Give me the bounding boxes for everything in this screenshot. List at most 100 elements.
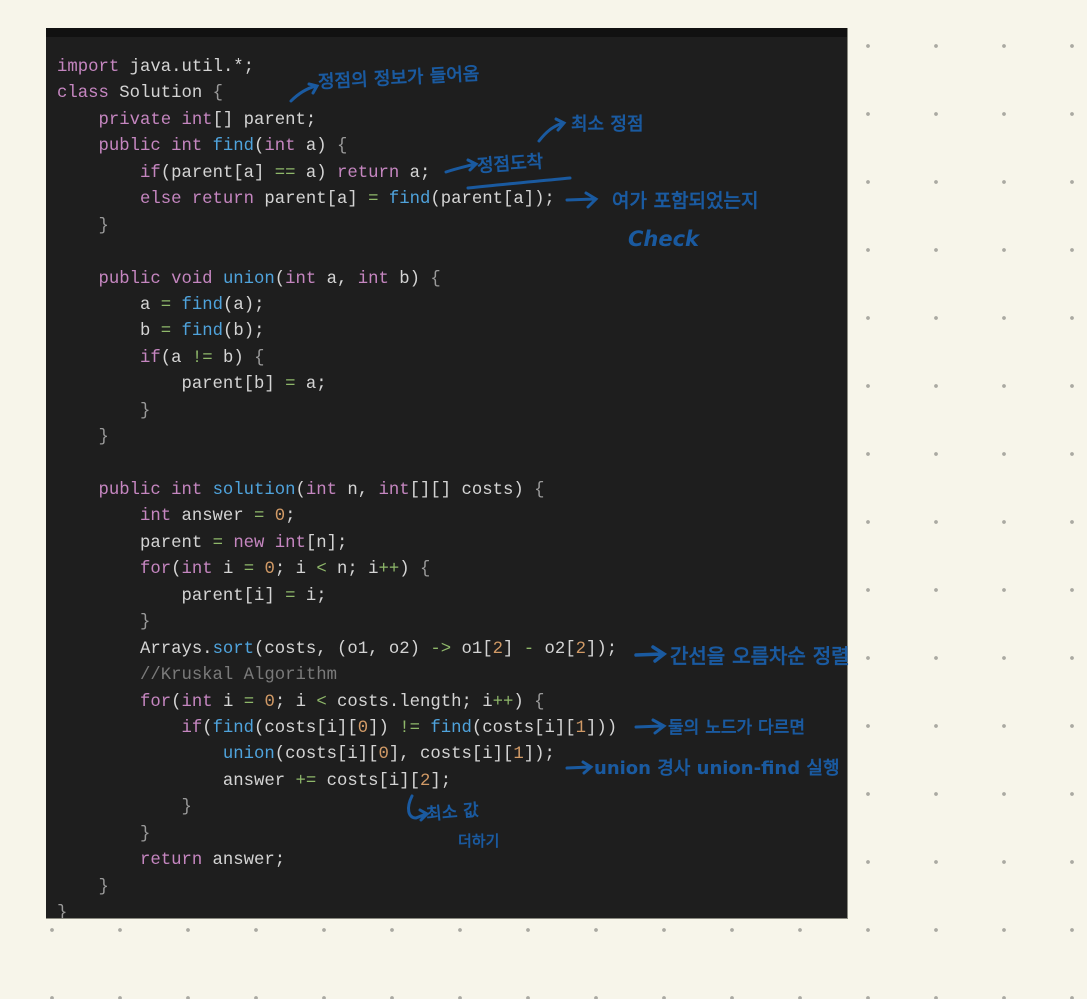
code-line: b = find(b);	[57, 319, 617, 345]
code-token: i;	[295, 586, 327, 606]
code-token: 1	[513, 745, 524, 765]
code-token: parent[a]	[254, 190, 369, 210]
code-token: =	[212, 533, 223, 553]
code-token: solution	[212, 481, 296, 500]
code-token: find	[430, 718, 472, 738]
code-token: 0	[274, 507, 286, 527]
code-token: (b);	[222, 322, 265, 342]
code-line: }	[57, 901, 617, 918]
code-token: i	[212, 692, 244, 712]
code-token: find	[212, 718, 255, 738]
code-token: =	[285, 586, 296, 606]
code-token: {	[337, 137, 348, 157]
code-token: =	[243, 692, 255, 712]
code-token: int	[181, 692, 213, 712]
annotation-roots-differ: 둘의 노드가 다르면	[668, 718, 805, 738]
code-line: parent = new int[n];	[57, 531, 617, 557]
annotation-vertex-arrival: 정점도착	[476, 151, 544, 177]
code-token: ++	[378, 560, 400, 580]
code-token: 0	[357, 718, 369, 738]
code-line: parent[i] = i;	[57, 584, 617, 610]
code-token: answer;	[202, 851, 286, 871]
code-token: Solution	[108, 84, 213, 104]
code-line: Arrays.sort(costs, (o1, o2) -> o1[2] - o…	[57, 637, 617, 663]
code-token: {	[534, 692, 545, 712]
code-line: //Kruskal Algorithm	[57, 663, 617, 689]
code-token: a;	[295, 375, 327, 395]
code-token: if	[57, 348, 161, 368]
code-token: union	[222, 269, 275, 289]
code-token: (	[295, 481, 306, 500]
code-token: [] parent;	[212, 110, 317, 130]
code-token: a;	[399, 163, 431, 183]
code-token: }	[57, 216, 109, 236]
code-token: ; i	[274, 560, 317, 580]
code-token: {	[254, 348, 265, 368]
code-token: parent[i]	[57, 586, 286, 606]
code-token: ;	[285, 507, 296, 527]
code-token: <	[316, 560, 327, 580]
code-token: ];	[430, 771, 452, 791]
code-token: (costs[i][	[254, 718, 358, 738]
code-token: !=	[399, 718, 421, 738]
code-token: +=	[295, 771, 317, 791]
code-token: }	[57, 877, 109, 897]
code-token: class	[57, 84, 109, 104]
code-token: answer	[57, 771, 296, 791]
code-token: (parent[a]	[160, 163, 275, 183]
code-block[interactable]: import java.util.*; class Solution { priv…	[57, 55, 617, 918]
code-token: new int	[233, 533, 306, 553]
code-token: int	[305, 481, 338, 500]
code-line: return answer;	[57, 848, 617, 874]
code-token: a	[57, 295, 161, 315]
code-token: )	[399, 560, 421, 580]
annotation-check-line2: Check	[628, 227, 700, 251]
code-token: else return	[57, 190, 255, 210]
code-token: }	[57, 428, 109, 448]
annotation-min-vertex: 최소 정점	[571, 114, 644, 135]
code-token: ]);	[585, 639, 618, 659]
code-line: }	[57, 425, 617, 451]
code-token: ])	[368, 718, 400, 738]
code-token: //Kruskal Algorithm	[57, 666, 338, 686]
code-token: parent	[57, 533, 213, 553]
code-token: public int	[57, 481, 213, 500]
code-token: ], costs[i][	[388, 745, 514, 765]
code-token: =	[160, 295, 172, 315]
code-token: =	[160, 322, 172, 342]
code-line: a = find(a);	[57, 293, 617, 319]
annotation-add-min: 최소 값	[425, 800, 480, 825]
code-token: parent[b]	[57, 375, 286, 395]
code-token: <	[316, 692, 327, 712]
code-token: ++	[492, 692, 514, 712]
code-token: 0	[264, 560, 275, 580]
code-token: ; i	[274, 692, 317, 712]
annotation-add-min-2: 더하기	[458, 832, 500, 850]
code-token: }	[57, 613, 151, 633]
code-token: answer	[171, 507, 255, 527]
code-token: =	[285, 375, 296, 395]
code-line: }	[57, 875, 617, 901]
code-line: public void union(int a, int b) {	[57, 267, 617, 293]
code-token: sort	[212, 639, 255, 659]
code-token: return	[337, 163, 400, 183]
code-line: union(costs[i][0], costs[i][1]);	[57, 742, 617, 768]
code-token: b)	[212, 348, 255, 368]
code-line: public int solution(int n, int[][] costs…	[57, 478, 617, 504]
code-token: n,	[337, 481, 379, 500]
code-token: if	[57, 718, 203, 738]
code-token: (	[202, 718, 213, 738]
code-token: {	[430, 269, 441, 289]
code-token: for	[57, 692, 172, 712]
code-token: public int	[57, 137, 213, 157]
code-token: (a	[160, 348, 192, 368]
annotation-check-line1: 여가 포함되었는지	[612, 190, 759, 212]
code-token: !=	[191, 348, 213, 368]
code-token: java.util.*;	[119, 58, 255, 77]
code-token: {	[420, 560, 431, 580]
code-token: b	[57, 322, 161, 342]
